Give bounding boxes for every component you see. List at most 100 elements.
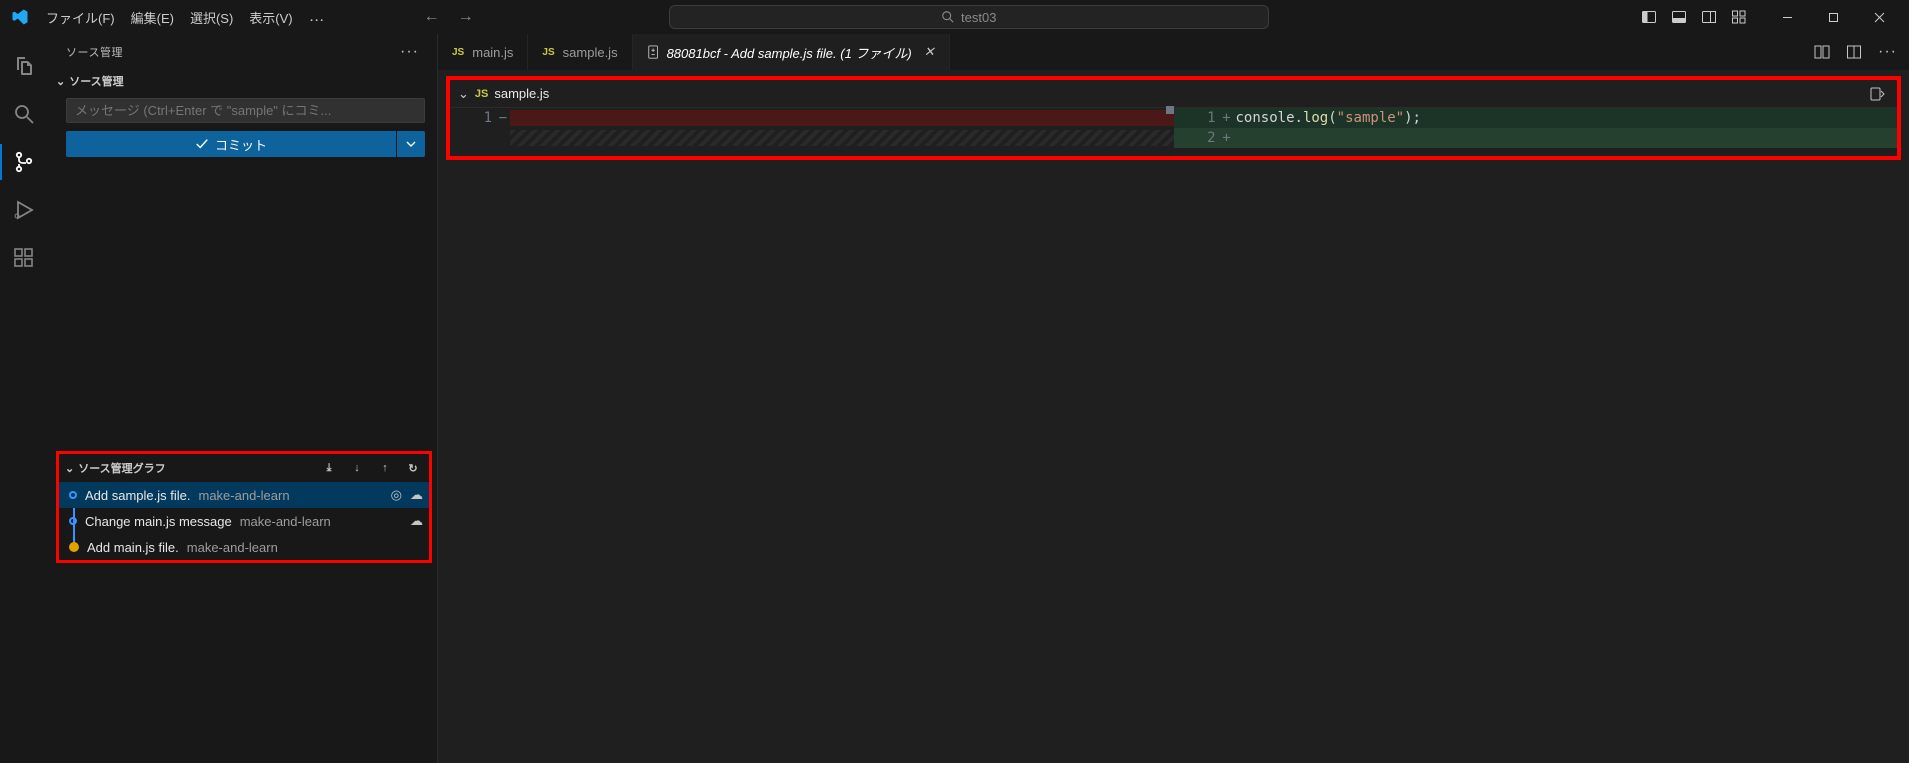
diff-file-icon xyxy=(647,45,661,59)
open-changes-icon[interactable] xyxy=(1814,44,1830,60)
commit-author: make-and-learn xyxy=(187,540,278,555)
scm-section-label: ソース管理 xyxy=(69,73,123,89)
toggle-secondary-sidebar-icon[interactable] xyxy=(1695,0,1723,34)
window-maximize[interactable] xyxy=(1811,0,1857,34)
nav-back[interactable]: ← xyxy=(424,0,440,34)
tab-mainjs[interactable]: JS main.js xyxy=(438,34,528,70)
scm-graph-row[interactable]: Change main.js message make-and-learn ☁ xyxy=(59,508,429,534)
js-file-icon: JS xyxy=(475,88,488,100)
tab-label: 88081bcf - Add sample.js file. (1 ファイル) xyxy=(667,43,912,62)
activity-search[interactable] xyxy=(0,90,48,138)
sidebar: ソース管理 ··· ⌄ ソース管理 コミット ⌄ xyxy=(48,34,438,763)
toggle-primary-sidebar-icon[interactable] xyxy=(1635,0,1663,34)
editor-more-icon[interactable]: ··· xyxy=(1878,43,1897,61)
commit-dot-icon xyxy=(69,491,77,499)
scm-section-header[interactable]: ⌄ ソース管理 xyxy=(48,70,437,92)
graph-action-fetch-icon[interactable]: ⤓ xyxy=(319,462,339,475)
tab-label: sample.js xyxy=(563,45,618,60)
commit-message-input[interactable] xyxy=(66,98,425,123)
plus-marker: + xyxy=(1220,130,1234,146)
empty-diff-line xyxy=(510,130,1174,146)
scm-graph-row[interactable]: Add main.js file. make-and-learn xyxy=(59,534,429,560)
graph-action-refresh-icon[interactable]: ↻ xyxy=(403,462,423,475)
menu-edit[interactable]: 編集(E) xyxy=(123,0,182,34)
line-number: 1 xyxy=(1174,110,1220,126)
commit-message: Add sample.js file. xyxy=(85,488,191,503)
diff-right[interactable]: 1 + console.log("sample"); 2 + xyxy=(1174,108,1898,156)
cloud-icon: ☁ xyxy=(410,513,423,529)
removed-line xyxy=(510,110,1174,126)
toggle-panel-icon[interactable] xyxy=(1665,0,1693,34)
commit-author: make-and-learn xyxy=(199,488,290,503)
window-close[interactable] xyxy=(1857,0,1903,34)
menu-bar: ファイル(F) 編集(E) 選択(S) 表示(V) … xyxy=(38,0,334,34)
menu-view[interactable]: 表示(V) xyxy=(241,0,300,34)
cloud-icon: ☁ xyxy=(410,487,423,503)
commit-dropdown[interactable] xyxy=(397,131,425,157)
menu-file[interactable]: ファイル(F) xyxy=(38,0,123,34)
scm-graph-panel: ⌄ ソース管理グラフ ⤓ ↓ ↑ ↻ Add sample.js file. m… xyxy=(56,451,432,563)
chevron-down-icon: ⌄ xyxy=(56,75,65,88)
commit-message: Change main.js message xyxy=(85,514,232,529)
open-file-icon[interactable] xyxy=(1869,86,1885,102)
search-icon xyxy=(941,10,955,24)
chevron-down-icon: ⌄ xyxy=(458,86,469,102)
head-ref-icon: ◎ xyxy=(391,487,402,503)
scm-graph-list: Add sample.js file. make-and-learn ◎ ☁ C… xyxy=(59,482,429,560)
check-icon xyxy=(195,137,209,151)
commit-dot-icon xyxy=(69,517,77,525)
activity-extensions[interactable] xyxy=(0,234,48,282)
added-line: console.log("sample"); xyxy=(1234,110,1898,126)
sidebar-more-icon[interactable]: ··· xyxy=(400,43,419,61)
nav-forward[interactable]: → xyxy=(458,0,474,34)
chevron-down-icon xyxy=(406,139,416,149)
tab-diff-commit[interactable]: 88081bcf - Add sample.js file. (1 ファイル) … xyxy=(633,34,950,70)
diff-editor: ⌄ JS sample.js 1 − xyxy=(446,76,1901,160)
js-file-icon: JS xyxy=(452,47,464,58)
menu-select[interactable]: 選択(S) xyxy=(182,0,241,34)
title-bar: ファイル(F) 編集(E) 選択(S) 表示(V) … ← → test03 xyxy=(0,0,1909,34)
scm-graph-title: ソース管理グラフ xyxy=(78,460,165,476)
nav-arrows: ← → xyxy=(424,0,474,34)
line-number: 2 xyxy=(1174,130,1220,146)
line-number: 1 xyxy=(450,110,496,126)
title-actions xyxy=(1635,0,1903,34)
chevron-down-icon: ⌄ xyxy=(65,462,74,475)
activity-source-control[interactable] xyxy=(0,138,48,186)
commit-author: make-and-learn xyxy=(240,514,331,529)
close-icon[interactable]: ✕ xyxy=(924,44,935,60)
commit-message: Add main.js file. xyxy=(87,540,179,555)
sidebar-title-label: ソース管理 xyxy=(66,44,123,60)
graph-action-pull-icon[interactable]: ↓ xyxy=(347,462,367,475)
activity-explorer[interactable] xyxy=(0,42,48,90)
split-editor-icon[interactable] xyxy=(1846,44,1862,60)
window-minimize[interactable] xyxy=(1765,0,1811,34)
tab-samplejs[interactable]: JS sample.js xyxy=(528,34,632,70)
sidebar-title: ソース管理 ··· xyxy=(48,34,437,70)
diff-filename: sample.js xyxy=(494,86,549,101)
diff-body: 1 − 1 + console.log("sample xyxy=(450,108,1897,156)
commit-button-label: コミット xyxy=(215,135,267,154)
command-center[interactable]: test03 xyxy=(669,5,1269,29)
diff-file-header[interactable]: ⌄ JS sample.js xyxy=(450,80,1897,108)
menu-overflow[interactable]: … xyxy=(301,0,334,34)
graph-action-push-icon[interactable]: ↑ xyxy=(375,462,395,475)
added-line xyxy=(1234,130,1898,146)
tabs-actions: ··· xyxy=(1814,34,1909,70)
diff-left[interactable]: 1 − xyxy=(450,108,1174,156)
activity-bar xyxy=(0,34,48,763)
js-file-icon: JS xyxy=(542,47,554,58)
customize-layout-icon[interactable] xyxy=(1725,0,1753,34)
scm-graph-header[interactable]: ⌄ ソース管理グラフ ⤓ ↓ ↑ ↻ xyxy=(59,454,429,482)
scm-graph-row[interactable]: Add sample.js file. make-and-learn ◎ ☁ xyxy=(59,482,429,508)
editor-area: JS main.js JS sample.js 88081bcf - Add s… xyxy=(438,34,1909,763)
vscode-icon xyxy=(8,5,32,29)
editor-tabs: JS main.js JS sample.js 88081bcf - Add s… xyxy=(438,34,1909,70)
plus-marker: + xyxy=(1220,110,1234,126)
commit-button[interactable]: コミット xyxy=(66,131,396,157)
workbench: ソース管理 ··· ⌄ ソース管理 コミット ⌄ xyxy=(0,34,1909,763)
command-center-text: test03 xyxy=(961,10,996,25)
tab-label: main.js xyxy=(472,45,513,60)
commit-area: コミット xyxy=(48,92,437,165)
activity-run-debug[interactable] xyxy=(0,186,48,234)
